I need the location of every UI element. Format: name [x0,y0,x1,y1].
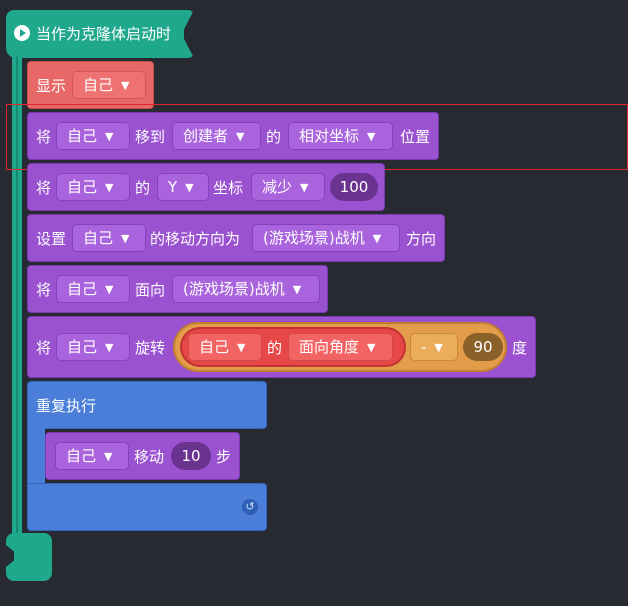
rotate-target-dropdown[interactable]: 自己 ▼ [56,333,130,361]
set-direction-suffix: 方向 [406,230,437,248]
chevron-down-icon: ▼ [104,450,113,463]
chevron-down-icon: ▼ [434,341,443,354]
chevron-down-icon: ▼ [237,341,246,354]
change-y-prefix: 将 [36,179,52,197]
chevron-down-icon: ▼ [185,181,194,194]
rotate-verb: 旋转 [135,339,166,357]
chevron-down-icon: ▼ [292,283,302,296]
rotate-value-input[interactable]: 90 [463,333,503,361]
change-y-target-dropdown[interactable]: 自己 ▼ [56,173,130,201]
set-direction-text: 的移动方向为 [150,230,241,248]
chevron-down-icon: ▼ [121,79,130,92]
chevron-down-icon: ▼ [105,181,114,194]
set-direction-ref-dropdown[interactable]: (游戏场景)战机 ▼ [252,224,400,252]
rotate-op-dropdown[interactable]: - ▼ [410,333,458,361]
change-y-axis-dropdown[interactable]: Y ▼ [157,173,209,201]
show-target-dropdown[interactable]: 自己 ▼ [72,71,146,99]
rotate-prop-dropdown[interactable]: 面向角度 ▼ [288,333,393,361]
face-prefix: 将 [36,281,52,299]
chevron-down-icon: ▼ [105,341,114,354]
chevron-down-icon: ▼ [372,232,382,245]
show-label: 显示 [36,77,67,95]
loop-arrow-icon: ↺ [242,499,258,515]
move-verb: 移动 [134,448,165,466]
rotate-inner-target-dropdown[interactable]: 自己 ▼ [188,333,262,361]
move-suffix: 步 [216,448,232,466]
face-target-dropdown[interactable]: 自己 ▼ [56,275,130,303]
face-ref-dropdown[interactable]: (游戏场景)战机 ▼ [172,275,320,303]
change-y-op-dropdown[interactable]: 减少 ▼ [251,173,325,201]
play-icon [14,25,30,41]
move-target-dropdown[interactable]: 自己 ▼ [55,442,129,470]
chevron-down-icon: ▼ [121,232,130,245]
chevron-down-icon: ▼ [367,341,376,354]
face-verb: 面向 [135,281,166,299]
change-y-coord: 坐标 [213,179,244,197]
repeat-label: 重复执行 [36,397,97,415]
rotate-prefix: 将 [36,339,52,357]
change-y-of: 的 [135,179,151,197]
selection-highlight [6,104,628,170]
chevron-down-icon: ▼ [300,181,309,194]
hat-label: 当作为克隆体启动时 [36,25,172,43]
change-y-value-input[interactable]: 100 [330,173,378,201]
repeat-block-bottom[interactable] [27,483,267,531]
rotate-suffix: 度 [512,339,528,357]
set-direction-prefix: 设置 [36,230,67,248]
repeat-block-arm [27,428,45,484]
chevron-down-icon: ▼ [105,283,114,296]
set-direction-target-dropdown[interactable]: 自己 ▼ [72,224,146,252]
move-value-input[interactable]: 10 [171,442,211,470]
rotate-of: 的 [267,339,283,357]
